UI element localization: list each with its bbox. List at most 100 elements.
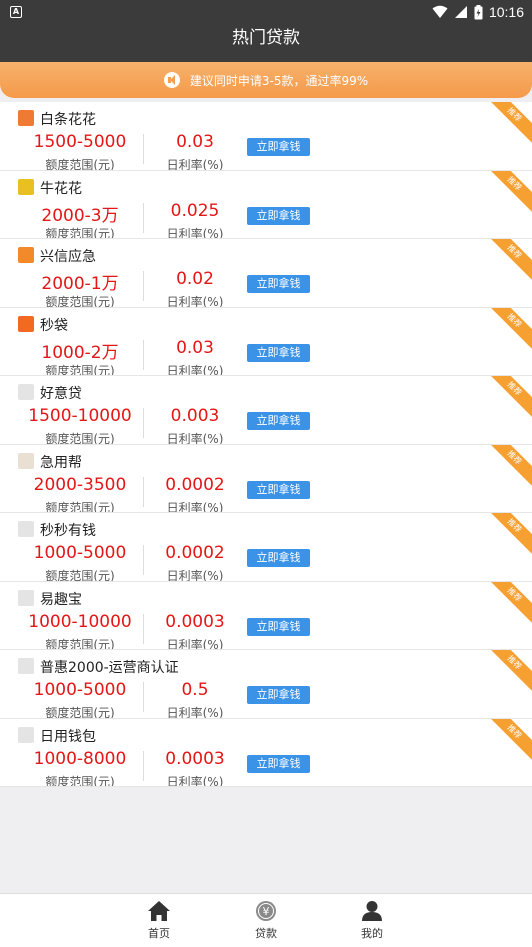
home-icon [148,901,170,921]
tab-loans-label: 贷款 [255,927,277,940]
amount-range-label: 额度范围(元) [45,500,115,513]
loan-amount: 2000-3万 [41,205,119,226]
loan-amount: 1000-5000 [33,543,127,563]
loan-item[interactable]: 急用帮 2000-3500 额度范围(元) 0.0002 日利率(%) 立即拿钱… [0,444,532,513]
loan-daily-rate: 0.0002 [165,543,225,563]
loan-logo-icon [18,452,34,469]
loan-amount: 2000-3500 [33,474,127,495]
loan-item[interactable]: 日用钱包 1000-8000 额度范围(元) 0.0003 日利率(%) 立即拿… [0,718,532,787]
loan-name: 急用帮 [40,454,82,471]
loan-name: 兴信应急 [40,249,96,265]
loan-logo-icon [18,726,34,743]
loan-list: 白条花花 1500-5000 额度范围(元) 0.03 日利率(%) 立即拿钱 … [0,102,532,787]
apply-now-button[interactable]: 立即拿钱 [247,138,310,156]
loan-name: 易趣宝 [40,591,82,608]
loan-daily-rate: 0.025 [170,200,220,221]
loan-name: 好意贷 [40,386,82,402]
loan-item[interactable]: 好意贷 1500-10000 额度范围(元) 0.003 日利率(%) 立即拿钱… [0,376,532,445]
loan-item[interactable]: 普惠2000-运营商认证 1000-5000 额度范围(元) 0.5 日利率(%… [0,650,532,719]
row-divider [143,545,144,575]
recommend-ribbon: 推荐 [482,102,532,147]
title-bar: 热门贷款 [0,24,532,66]
loan-item[interactable]: 兴信应急 2000-1万 额度范围(元) 0.02 日利率(%) 立即拿钱 推荐 [0,239,532,308]
loan-logo-icon [18,589,34,606]
row-divider [143,682,144,712]
tab-mine-label: 我的 [361,927,383,940]
row-divider [143,408,144,438]
recommend-ribbon: 推荐 [482,170,532,216]
loan-daily-rate: 0.003 [170,406,220,426]
loan-logo-icon [18,247,34,263]
apply-now-button[interactable]: 立即拿钱 [247,549,310,567]
daily-rate-label: 日利率(%) [166,774,224,787]
status-icons: 10:16 [432,3,524,21]
loan-logo-icon [18,521,34,537]
row-divider [143,476,144,507]
loan-name: 白条花花 [40,112,96,128]
loan-logo-icon [18,384,34,400]
daily-rate-label: 日利率(%) [166,637,224,650]
user-icon [362,901,382,921]
loan-logo-icon [18,315,34,332]
apply-now-button[interactable]: 立即拿钱 [247,206,310,225]
loan-logo-icon [18,110,34,126]
loan-name: 秒秒有钱 [40,523,96,539]
wifi-icon [432,5,448,18]
apply-now-button[interactable]: 立即拿钱 [247,343,310,362]
apply-now-button[interactable]: 立即拿钱 [247,412,310,430]
apply-now-button[interactable]: 立即拿钱 [247,480,310,499]
status-bar: A 10:16 [0,0,532,24]
bottom-tab-bar: 首页 ¥ 贷款 我的 [0,893,532,947]
row-divider [143,271,144,301]
page-title: 热门贷款 [232,28,300,48]
loan-daily-rate: 0.0003 [165,748,225,769]
loan-logo-icon [18,178,34,195]
svg-text:¥: ¥ [263,905,270,918]
daily-rate-label: 日利率(%) [166,363,224,376]
amount-range-label: 额度范围(元) [45,637,115,650]
loan-item[interactable]: 秒袋 1000-2万 额度范围(元) 0.03 日利率(%) 立即拿钱 推荐 [0,307,532,376]
tab-home[interactable]: 首页 [129,900,189,941]
amount-range-label: 额度范围(元) [45,226,115,239]
loan-daily-rate: 0.02 [176,269,214,289]
recommend-ribbon: 推荐 [482,239,532,284]
loan-daily-rate: 0.0002 [165,474,225,495]
tip-banner: 建议同时申请3-5款，通过率99% [0,62,532,98]
amount-range-label: 额度范围(元) [45,706,115,719]
loan-item[interactable]: 易趣宝 1000-10000 额度范围(元) 0.0003 日利率(%) 立即拿… [0,581,532,650]
loan-item[interactable]: 牛花花 2000-3万 额度范围(元) 0.025 日利率(%) 立即拿钱 推荐 [0,170,532,239]
apply-now-button[interactable]: 立即拿钱 [247,617,310,636]
recommend-ribbon: 推荐 [482,650,532,695]
loan-name: 秒袋 [40,317,68,334]
amount-range-label: 额度范围(元) [45,432,115,445]
loan-amount: 1000-8000 [33,748,127,769]
daily-rate-label: 日利率(%) [166,569,224,582]
recommend-ribbon: 推荐 [482,581,532,627]
tab-home-label: 首页 [148,927,170,940]
recommend-ribbon: 推荐 [482,376,532,421]
loan-daily-rate: 0.03 [176,337,214,358]
amount-range-label: 额度范围(元) [45,295,115,308]
recommend-ribbon: 推荐 [482,444,532,490]
daily-rate-label: 日利率(%) [166,158,224,171]
notification-icon: A [10,6,22,18]
loan-name: 牛花花 [40,180,82,197]
amount-range-label: 额度范围(元) [45,569,115,582]
tab-mine[interactable]: 我的 [342,900,402,941]
loan-item[interactable]: 秒秒有钱 1000-5000 额度范围(元) 0.0002 日利率(%) 立即拿… [0,513,532,582]
battery-icon [474,4,483,19]
loan-item[interactable]: 白条花花 1500-5000 额度范围(元) 0.03 日利率(%) 立即拿钱 … [0,102,532,171]
row-divider [143,134,144,164]
loan-amount: 1000-2万 [41,342,119,363]
loan-logo-icon [18,658,34,674]
loan-daily-rate: 0.03 [176,132,214,152]
amount-range-label: 额度范围(元) [45,158,115,171]
apply-now-button[interactable]: 立即拿钱 [247,275,310,293]
clock: 10:16 [488,4,524,20]
apply-now-button[interactable]: 立即拿钱 [247,754,310,773]
amount-range-label: 额度范围(元) [45,774,115,787]
tab-loans[interactable]: ¥ 贷款 [236,900,296,941]
apply-now-button[interactable]: 立即拿钱 [247,686,310,704]
loan-amount: 1000-5000 [33,680,127,700]
recommend-ribbon: 推荐 [482,718,532,764]
